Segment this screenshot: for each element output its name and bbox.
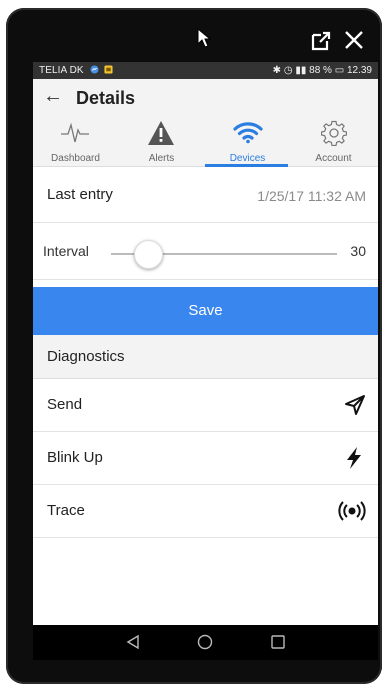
last-entry-label: Last entry (47, 186, 113, 203)
back-arrow-icon[interactable]: ← (43, 86, 63, 106)
lightning-icon (347, 447, 361, 469)
recents-icon[interactable] (270, 634, 286, 650)
wifi-icon (233, 122, 263, 144)
app-bar: ← Details (33, 79, 378, 113)
bluetooth-icon: ✱ (272, 65, 282, 76)
trace-label: Trace (47, 502, 85, 519)
tab-account[interactable]: Account (291, 113, 376, 166)
android-nav-bar (33, 625, 378, 660)
tab-alerts[interactable]: Alerts (119, 113, 204, 166)
blink-up-label: Blink Up (47, 449, 103, 466)
mouse-cursor-icon (197, 28, 211, 48)
trace-row[interactable]: Trace (33, 485, 378, 538)
last-entry-row: Last entry 1/25/17 11:32 AM (33, 167, 378, 223)
tab-devices[interactable]: Devices (205, 113, 290, 166)
blink-up-row[interactable]: Blink Up (33, 432, 378, 485)
send-icon (345, 395, 365, 415)
tab-label: Alerts (148, 153, 175, 164)
app-notification-icon (103, 65, 113, 74)
send-row[interactable]: Send (33, 379, 378, 432)
alarm-icon: ◷ (283, 65, 293, 76)
page-title: Details (76, 88, 136, 108)
send-label: Send (47, 396, 83, 413)
close-icon[interactable] (343, 29, 365, 51)
interval-row: Interval 30 (33, 223, 378, 280)
home-icon[interactable] (197, 634, 213, 650)
battery-icon: ▭ (334, 65, 345, 76)
tab-label: Devices (229, 153, 266, 164)
interval-slider-thumb[interactable] (134, 240, 163, 269)
phone-frame: TELIA DK ✱ ◷ ▮▮ 88 % ▭ 12.39 ← Details D… (6, 8, 382, 684)
save-button[interactable]: Save (33, 287, 378, 335)
battery-percent: 88 % (309, 65, 332, 76)
status-left: TELIA DK (39, 65, 113, 76)
status-right: ✱ ◷ ▮▮ 88 % ▭ 12.39 (273, 65, 372, 76)
broadcast-icon (338, 501, 366, 521)
tab-bar: Dashboard Alerts Devices Account (33, 113, 378, 167)
section-title: Diagnostics (47, 348, 125, 365)
tab-label: Account (315, 153, 352, 164)
interval-value: 30 (350, 243, 366, 259)
pulse-icon (61, 122, 89, 143)
carrier-label: TELIA DK (39, 65, 84, 76)
last-entry-value: 1/25/17 11:32 AM (257, 188, 366, 204)
clock: 12.39 (346, 65, 372, 76)
warning-icon (148, 121, 174, 145)
diagnostics-header: Diagnostics (33, 335, 378, 379)
signal-icon: ▮▮ (295, 65, 307, 76)
back-icon[interactable] (125, 634, 141, 650)
status-bar: TELIA DK ✱ ◷ ▮▮ 88 % ▭ 12.39 (33, 62, 378, 79)
tab-dashboard[interactable]: Dashboard (33, 113, 118, 166)
messenger-icon (90, 65, 99, 74)
open-external-icon[interactable] (310, 30, 332, 52)
tab-label: Dashboard (51, 153, 100, 164)
slider-track[interactable] (157, 253, 337, 255)
gear-icon (321, 120, 347, 146)
interval-label: Interval (43, 243, 89, 259)
phone-screen: TELIA DK ✱ ◷ ▮▮ 88 % ▭ 12.39 ← Details D… (33, 62, 378, 660)
